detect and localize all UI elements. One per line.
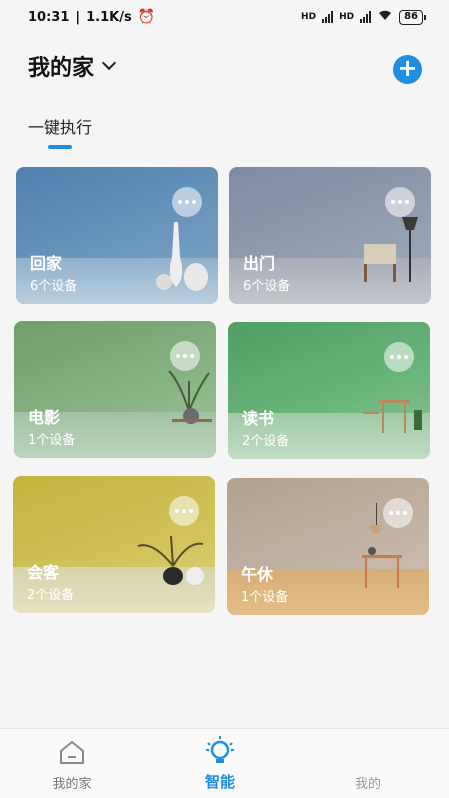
scene-device-count: 6个设备 xyxy=(30,279,78,294)
battery-level: 86 xyxy=(404,10,418,22)
home-selector[interactable]: 我的家 xyxy=(28,50,117,82)
scene-card-movie[interactable]: 电影 1个设备 xyxy=(14,321,216,458)
status-right: HD HD 86 xyxy=(301,9,426,25)
scene-device-count: 2个设备 xyxy=(242,434,290,449)
scene-card-nap[interactable]: 午休 1个设备 xyxy=(227,478,429,615)
plus-icon: + xyxy=(397,54,418,82)
bottom-nav: 我的家 智能 我的 xyxy=(0,728,449,798)
scene-name: 读书 xyxy=(242,409,275,428)
nav-label: 智能 xyxy=(204,773,235,791)
vase-plant-decoration xyxy=(137,535,204,585)
more-options-button[interactable] xyxy=(384,342,414,372)
nav-label: 我的家 xyxy=(52,777,92,792)
tab-underline xyxy=(48,145,72,149)
scene-device-count: 1个设备 xyxy=(241,590,289,605)
status-bar: 10:31 | 1.1K/s ⏰ HD HD 86 xyxy=(0,0,449,34)
page-title: 我的家 xyxy=(28,56,95,81)
scene-card-leave[interactable]: 出门 6个设备 xyxy=(229,167,431,304)
nav-label: 我的 xyxy=(354,777,381,792)
plant-decoration xyxy=(168,370,212,424)
home-icon xyxy=(60,740,84,764)
vase-decoration xyxy=(156,222,208,291)
status-divider: | xyxy=(75,9,81,25)
scene-name: 会客 xyxy=(27,563,60,582)
more-options-button[interactable] xyxy=(169,496,199,526)
chevron-down-icon xyxy=(101,55,117,71)
scene-card-guest[interactable]: 会客 2个设备 xyxy=(13,476,215,613)
tab-quick-execute[interactable]: 一键执行 xyxy=(28,114,92,138)
scene-name: 午休 xyxy=(241,565,274,584)
scene-name: 出门 xyxy=(243,254,276,273)
scene-card-home[interactable]: 回家 6个设备 xyxy=(16,167,218,304)
status-time: 10:31 xyxy=(28,9,70,25)
more-options-button[interactable] xyxy=(170,341,200,371)
status-left: 10:31 | 1.1K/s ⏰ xyxy=(28,9,155,25)
more-options-button[interactable] xyxy=(172,187,202,217)
person-icon xyxy=(356,741,380,765)
more-options-button[interactable] xyxy=(385,187,415,217)
scene-name: 电影 xyxy=(28,408,61,427)
network-speed: 1.1K/s xyxy=(86,9,132,25)
signal-icon-2 xyxy=(360,11,372,23)
scene-device-count: 6个设备 xyxy=(243,279,291,294)
scene-card-reading[interactable]: 读书 2个设备 xyxy=(228,322,430,459)
chair-decoration xyxy=(364,217,418,282)
hd-label-2: HD xyxy=(339,12,355,22)
wifi-icon xyxy=(377,9,393,25)
add-button[interactable]: + xyxy=(393,55,422,84)
lightbulb-icon xyxy=(206,736,234,763)
table-decoration xyxy=(363,400,422,433)
hd-label-1: HD xyxy=(301,12,317,22)
signal-icon xyxy=(322,11,334,23)
more-options-button[interactable] xyxy=(383,498,413,528)
scene-device-count: 2个设备 xyxy=(27,588,75,603)
battery-icon: 86 xyxy=(399,9,426,25)
scene-name: 回家 xyxy=(30,254,63,273)
alarm-icon: ⏰ xyxy=(137,9,156,25)
scene-device-count: 1个设备 xyxy=(28,433,76,448)
